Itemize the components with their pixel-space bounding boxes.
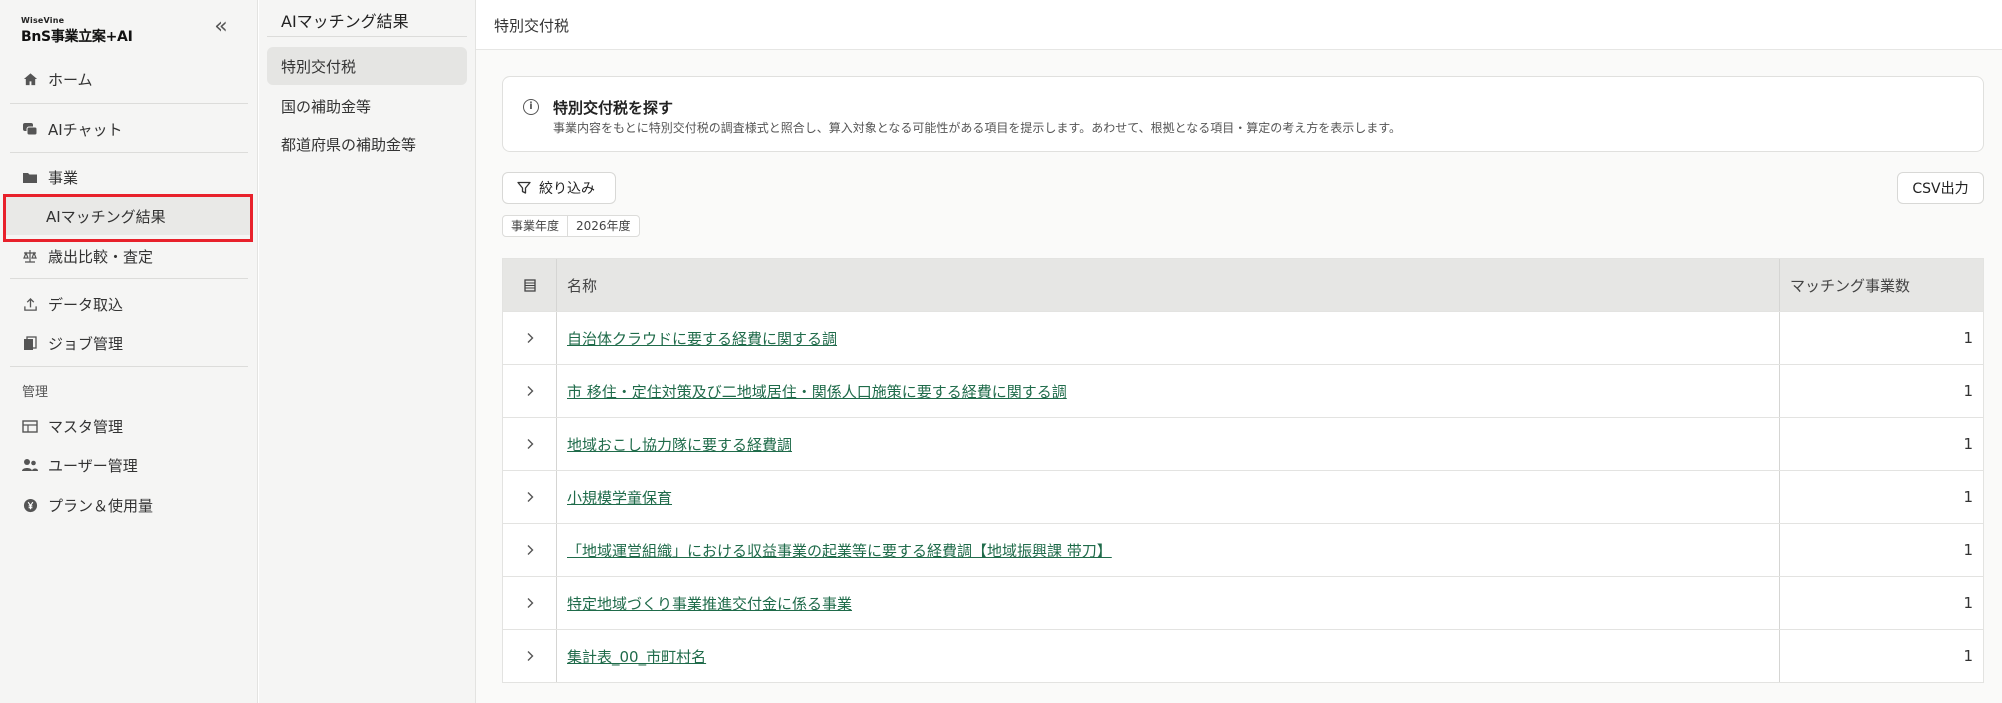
row-count: 1	[1963, 647, 1973, 665]
sidebar-item-projects[interactable]: 事業	[0, 162, 257, 192]
sidebar-item-label: ホーム	[48, 70, 93, 89]
sidebar-item-label: マスタ管理	[48, 417, 124, 436]
filter-chip-label: 事業年度	[511, 219, 560, 233]
expand-row-button[interactable]	[503, 312, 557, 364]
row-name-link[interactable]: 「地域運営組織」における収益事業の起業等に要する経費調【地域振興課 带刀】	[567, 540, 1112, 561]
info-description: 事業内容をもとに特別交付税の調査様式と照合し、算入対象となる可能性がある項目を提…	[553, 121, 1402, 135]
row-count: 1	[1963, 488, 1973, 506]
table-header: 名称 マッチング事業数	[503, 259, 1983, 311]
expand-row-button[interactable]	[503, 577, 557, 629]
row-name-link[interactable]: 市 移住・定住対策及び二地域居住・関係人口施策に要する経費に関する調	[567, 381, 1067, 402]
folder-icon	[22, 169, 38, 185]
divider	[10, 152, 248, 153]
sidebar-item-label: 歳出比較・査定	[48, 247, 154, 266]
sidebar-item-label: AIチャット	[48, 120, 123, 139]
row-count: 1	[1963, 541, 1973, 559]
subnav-item-national-subsidies[interactable]: 国の補助金等	[267, 87, 467, 125]
row-name-link[interactable]: 小規模学童保育	[567, 487, 672, 508]
table-row[interactable]: 地域おこし協力隊に要する経費調 1	[503, 417, 1983, 470]
sidebar-item-job-management[interactable]: ジョブ管理	[0, 328, 257, 358]
subnav-item-prefectural-subsidies[interactable]: 都道府県の補助金等	[267, 125, 467, 163]
table-row[interactable]: 小規模学童保育 1	[503, 470, 1983, 523]
divider	[10, 366, 248, 367]
filter-button-label: 絞り込み	[539, 181, 595, 197]
sidebar-item-expenditure-comparison[interactable]: 歳出比較・査定	[0, 241, 257, 271]
page-header: 特別交付税	[476, 0, 2002, 50]
users-icon	[22, 457, 38, 473]
subnav-item-special-grant-tax[interactable]: 特別交付税	[267, 47, 467, 85]
table-row[interactable]: 集計表_00_市町村名 1	[503, 629, 1983, 682]
sidebar-item-ai-chat[interactable]: AIチャット	[0, 114, 257, 144]
row-count: 1	[1963, 329, 1973, 347]
sub-navigation: AIマッチング結果 特別交付税 国の補助金等 都道府県の補助金等	[259, 0, 476, 703]
row-name-link[interactable]: 集計表_00_市町村名	[567, 646, 706, 667]
row-name-link[interactable]: 地域おこし協力隊に要する経費調	[567, 434, 792, 455]
sidebar-item-data-import[interactable]: データ取込	[0, 289, 257, 319]
filter-icon	[517, 181, 531, 195]
row-name-link[interactable]: 特定地域づくり事業推進交付金に係る事業	[567, 593, 852, 614]
section-label-admin: 管理	[22, 385, 49, 400]
logo-product: BnS事業立案+AI	[21, 29, 133, 45]
subnav-title: AIマッチング結果	[281, 12, 409, 31]
scale-icon	[22, 248, 38, 264]
info-icon: i	[523, 99, 539, 115]
sidebar-item-home[interactable]: ホーム	[0, 64, 257, 94]
sidebar-item-plan-usage[interactable]: プラン＆使用量	[0, 490, 257, 520]
upload-icon	[22, 296, 38, 312]
logo-brand: WiseVine	[21, 16, 65, 25]
filter-chip-value: 2026年度	[567, 216, 639, 236]
home-icon	[22, 71, 38, 87]
sidebar-item-label: ユーザー管理	[48, 456, 138, 475]
sidebar-item-master-management[interactable]: マスタ管理	[0, 411, 257, 441]
row-count: 1	[1963, 435, 1973, 453]
filter-button[interactable]: 絞り込み	[502, 172, 616, 204]
job-icon	[22, 335, 38, 351]
chat-icon	[22, 121, 38, 137]
info-card: i 特別交付税を探す 事業内容をもとに特別交付税の調査様式と照合し、算入対象とな…	[502, 76, 1984, 152]
row-count: 1	[1963, 382, 1973, 400]
divider	[267, 36, 467, 37]
highlight-annotation	[3, 194, 253, 242]
row-count: 1	[1963, 594, 1973, 612]
yen-icon	[22, 497, 38, 513]
expand-row-button[interactable]	[503, 471, 557, 523]
table-row[interactable]: 特定地域づくり事業推進交付金に係る事業 1	[503, 576, 1983, 629]
info-title: 特別交付税を探す	[553, 99, 674, 117]
sidebar-item-label: データ取込	[48, 295, 124, 314]
results-table: 名称 マッチング事業数 自治体クラウドに要する経費に関する調 1 市 移住・定住…	[502, 258, 1984, 683]
column-header-name[interactable]: 名称	[557, 259, 1780, 311]
sidebar-item-label: プラン＆使用量	[48, 496, 154, 515]
collapse-sidebar-button[interactable]: «	[210, 14, 232, 40]
row-name-link[interactable]: 自治体クラウドに要する経費に関する調	[567, 328, 837, 349]
app-logo[interactable]: WiseVine BnS事業立案+AI	[21, 16, 133, 46]
sidebar-item-user-management[interactable]: ユーザー管理	[0, 450, 257, 480]
table-row[interactable]: 「地域運営組織」における収益事業の起業等に要する経費調【地域振興課 带刀】 1	[503, 523, 1983, 576]
table-icon	[22, 418, 38, 434]
expand-row-button[interactable]	[503, 630, 557, 682]
table-row[interactable]: 市 移住・定住対策及び二地域居住・関係人口施策に要する経費に関する調 1	[503, 364, 1983, 417]
divider	[10, 103, 248, 104]
expand-row-button[interactable]	[503, 418, 557, 470]
divider	[10, 278, 248, 279]
column-header-matching-count[interactable]: マッチング事業数	[1780, 259, 1983, 311]
table-row[interactable]: 自治体クラウドに要する経費に関する調 1	[503, 311, 1983, 364]
filter-chip[interactable]: 事業年度 2026年度	[502, 215, 640, 237]
column-settings-icon[interactable]	[503, 259, 557, 311]
csv-export-button[interactable]: CSV出力	[1897, 172, 1984, 204]
expand-row-button[interactable]	[503, 524, 557, 576]
expand-row-button[interactable]	[503, 365, 557, 417]
sidebar-item-label: 事業	[48, 168, 79, 187]
page-title: 特別交付税	[494, 17, 570, 35]
main-content: 特別交付税 i 特別交付税を探す 事業内容をもとに特別交付税の調査様式と照合し、…	[476, 0, 2002, 703]
sidebar-item-label: ジョブ管理	[48, 334, 124, 353]
sidebar: WiseVine BnS事業立案+AI « ホーム AIチャット 事業 AIマッ…	[0, 0, 258, 703]
